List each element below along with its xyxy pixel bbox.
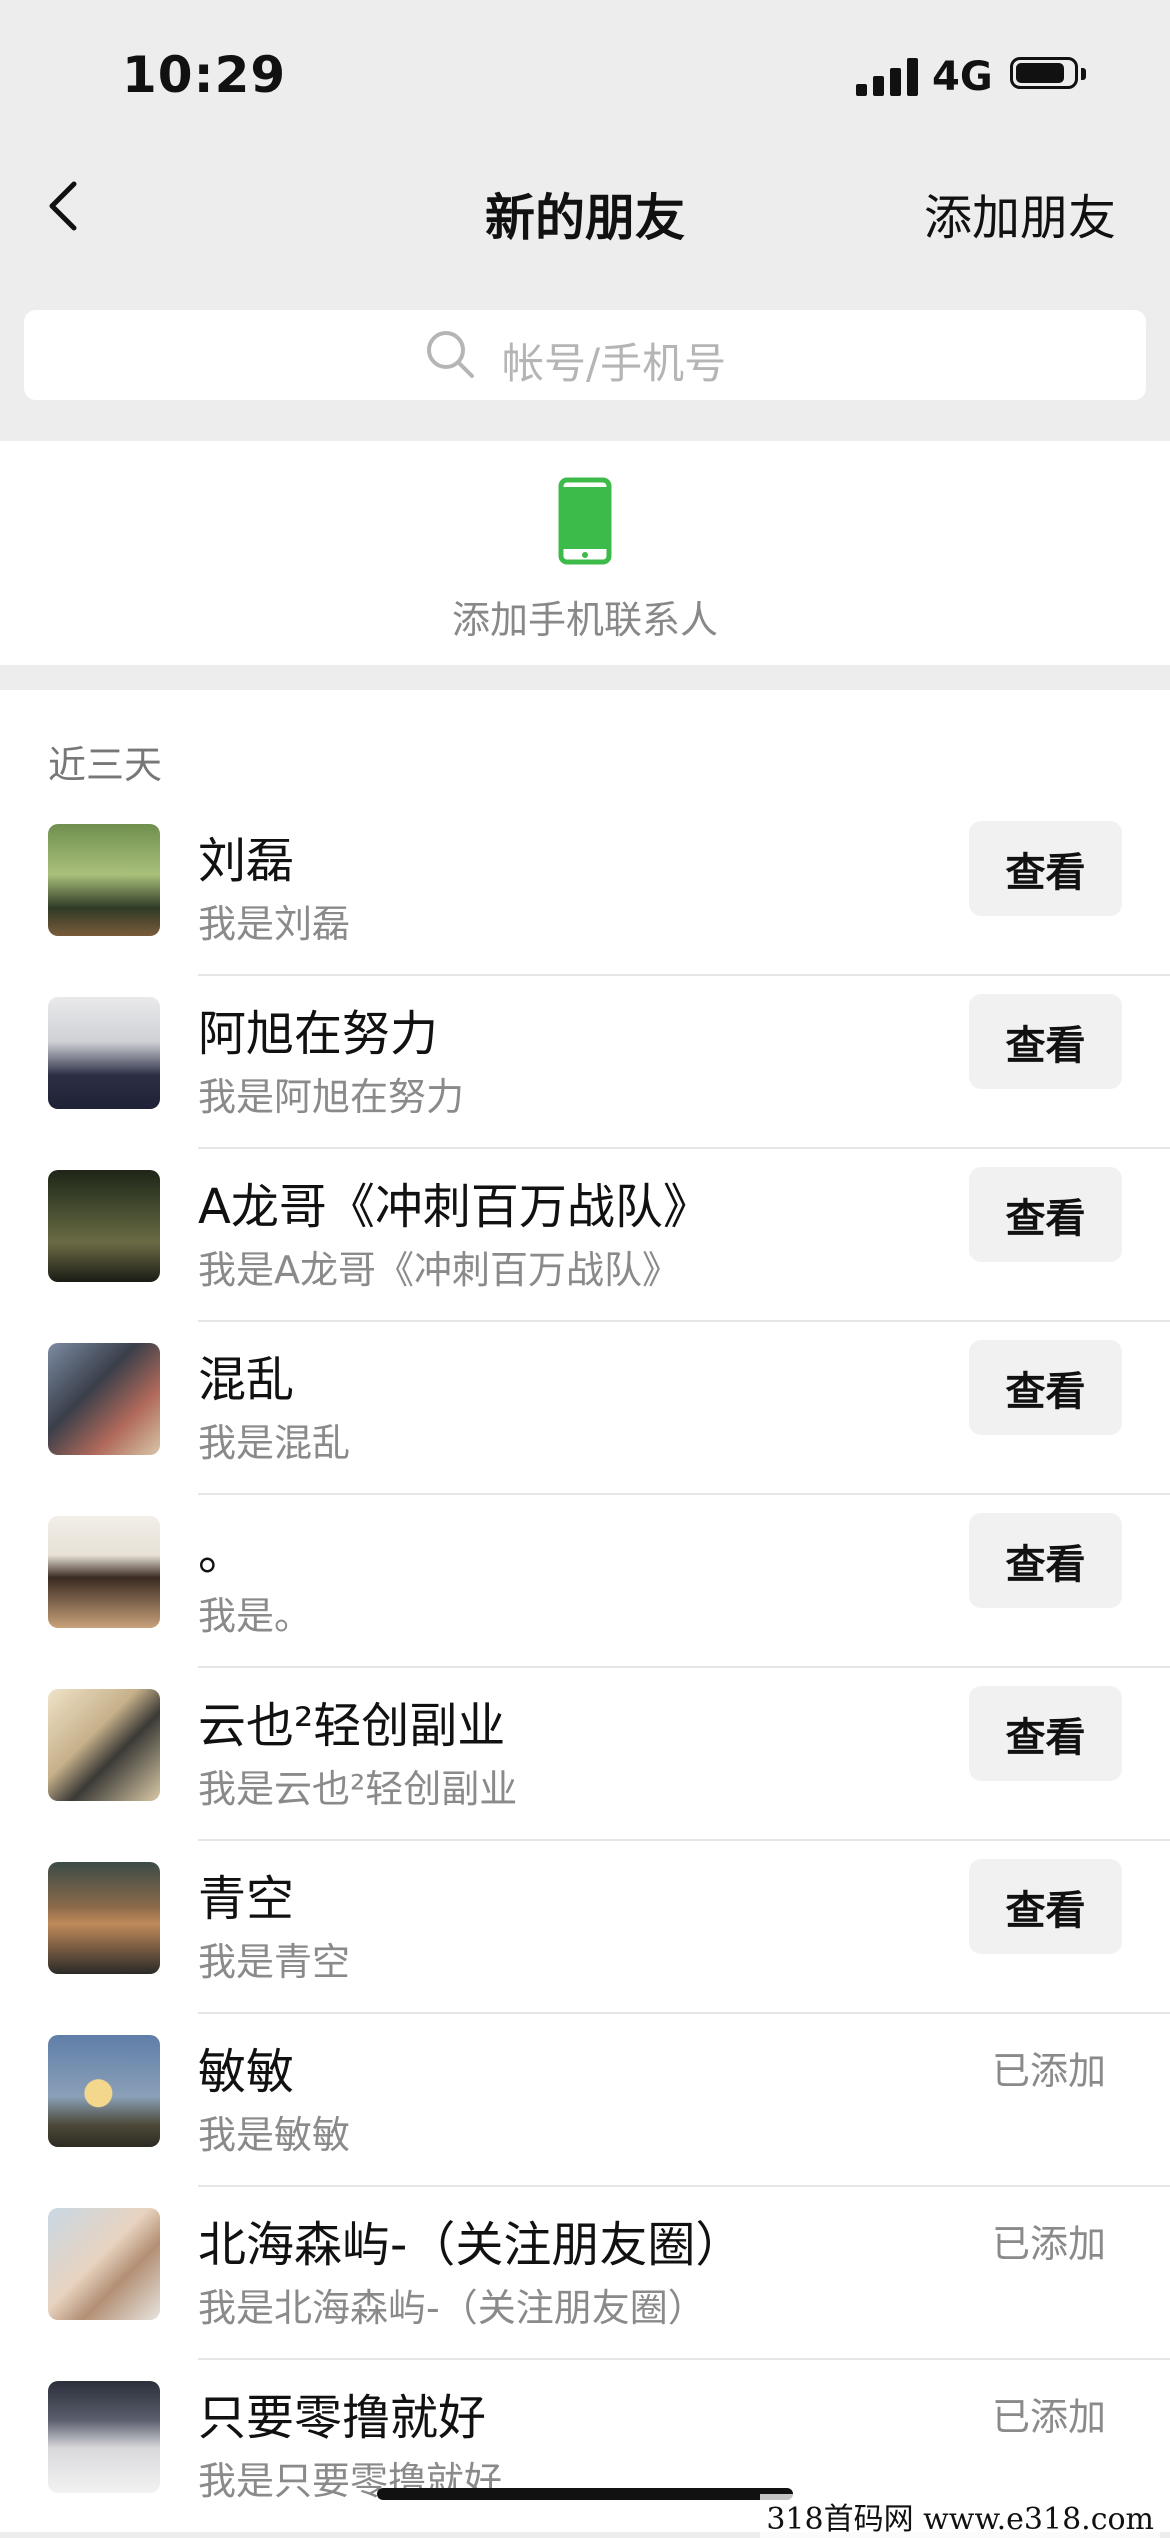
avatar (48, 824, 160, 936)
list-item[interactable]: 敏敏 我是敏敏 已添加 (0, 2014, 1170, 2187)
avatar (48, 1343, 160, 1455)
view-button[interactable]: 查看 (969, 1167, 1122, 1262)
avatar (48, 1516, 160, 1628)
view-button[interactable]: 查看 (969, 1859, 1122, 1954)
list-item[interactable]: 混乱 我是混乱 查看 (0, 1322, 1170, 1495)
friend-message: 我是敏敏 (198, 2113, 351, 2157)
friend-message: 我是A龙哥《冲刺百万战队》 (198, 1248, 680, 1292)
added-status: 已添加 (991, 2222, 1106, 2266)
add-phone-contacts[interactable]: 添加手机联系人 (0, 441, 1170, 665)
status-bar: 10:29 4G (0, 0, 1170, 140)
friend-message: 我是。 (198, 1594, 313, 1638)
search-placeholder: 帐号/手机号 (502, 339, 727, 388)
friend-name: 云也²轻创副业 (198, 1698, 506, 1754)
watermark-text: 318首码网 www.e318.com (760, 2494, 1160, 2538)
section-title: 近三天 (48, 743, 163, 787)
added-status: 已添加 (991, 2395, 1106, 2439)
friend-name: 敏敏 (198, 2044, 295, 2100)
list-item[interactable]: 青空 我是青空 查看 (0, 1841, 1170, 2014)
friend-name: 混乱 (198, 1352, 295, 1408)
avatar (48, 2208, 160, 2320)
added-status: 已添加 (991, 2049, 1106, 2093)
friend-name: 北海森屿-（关注朋友圈） (198, 2217, 744, 2273)
list-item[interactable]: 北海森屿-（关注朋友圈） 我是北海森屿-（关注朋友圈） 已添加 (0, 2187, 1170, 2360)
avatar (48, 1170, 160, 1282)
friend-name: 阿旭在努力 (198, 1006, 439, 1062)
list-item[interactable]: A龙哥《冲刺百万战队》 我是A龙哥《冲刺百万战队》 查看 (0, 1149, 1170, 1322)
view-button[interactable]: 查看 (969, 994, 1122, 1089)
view-button[interactable]: 查看 (969, 1686, 1122, 1781)
friend-message: 我是混乱 (198, 1421, 351, 1465)
status-time: 10:29 (122, 46, 287, 104)
friend-message: 我是北海森屿-（关注朋友圈） (198, 2286, 706, 2330)
friend-message: 我是刘磊 (198, 902, 351, 946)
view-button[interactable]: 查看 (969, 821, 1122, 916)
signal-icon (856, 58, 918, 96)
friend-name: 青空 (198, 1871, 295, 1927)
nav-bar: 新的朋友 添加朋友 (0, 140, 1170, 270)
home-indicator[interactable] (377, 2488, 793, 2500)
avatar (48, 1689, 160, 1801)
friend-name: 。 (198, 1525, 247, 1581)
list-item[interactable]: 云也²轻创副业 我是云也²轻创副业 查看 (0, 1668, 1170, 1841)
list-item[interactable]: 阿旭在努力 我是阿旭在努力 查看 (0, 976, 1170, 1149)
new-friends-list: 近三天 刘磊 我是刘磊 查看 阿旭在努力 我是阿旭在努力 查看 A龙哥《冲刺百万… (0, 690, 1170, 2532)
search-icon (427, 331, 474, 378)
friend-name: A龙哥《冲刺百万战队》 (198, 1179, 711, 1235)
battery-icon (1010, 57, 1086, 93)
add-phone-contacts-label: 添加手机联系人 (451, 598, 718, 642)
friend-name: 刘磊 (198, 833, 295, 889)
view-button[interactable]: 查看 (969, 1340, 1122, 1435)
search-input[interactable]: 帐号/手机号 (24, 310, 1146, 400)
avatar (48, 997, 160, 1109)
friend-message: 我是云也²轻创副业 (198, 1767, 518, 1811)
phone-icon (558, 477, 612, 565)
friend-name: 只要零撸就好 (198, 2390, 487, 2446)
network-type: 4G (932, 54, 993, 100)
add-friend-button[interactable]: 添加朋友 (924, 178, 1116, 248)
view-button[interactable]: 查看 (969, 1513, 1122, 1608)
avatar (48, 2035, 160, 2147)
avatar (48, 2381, 160, 2493)
friend-message: 我是阿旭在努力 (198, 1075, 465, 1119)
friend-message: 我是青空 (198, 1940, 351, 1984)
list-item[interactable]: 。 我是。 查看 (0, 1495, 1170, 1668)
avatar (48, 1862, 160, 1974)
list-item[interactable]: 刘磊 我是刘磊 查看 (0, 803, 1170, 976)
